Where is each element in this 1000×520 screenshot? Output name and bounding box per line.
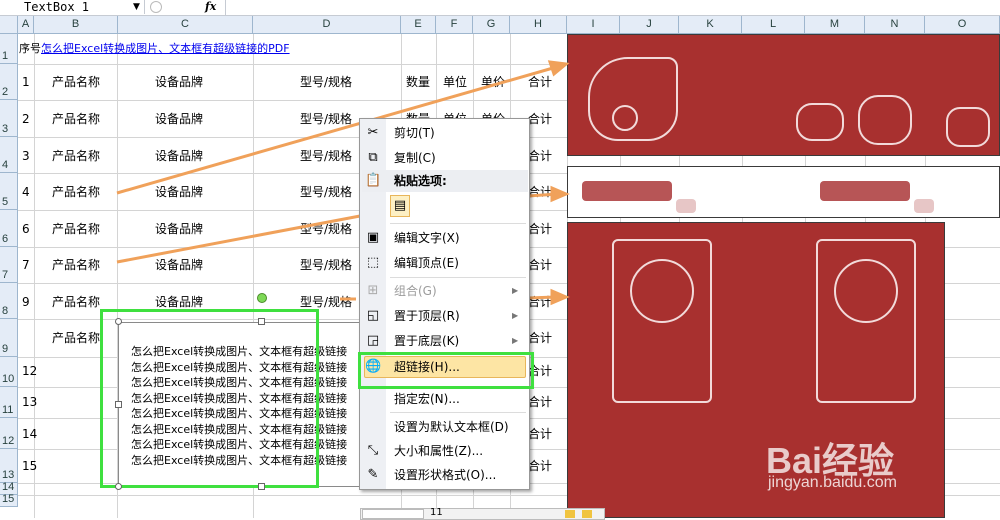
fill-color-icon[interactable] xyxy=(565,510,575,518)
menu-item-set-default-textbox[interactable]: 设置为默认文本框(D) xyxy=(386,416,528,438)
menu-item-copy[interactable]: 复制(C) xyxy=(386,147,528,169)
menu-item-cut[interactable]: 剪切(T) xyxy=(386,122,528,144)
menu-separator xyxy=(390,277,526,278)
menu-item-size-properties[interactable]: 大小和属性(Z)... xyxy=(386,440,528,462)
menu-item-assign-macro[interactable]: 指定宏(N)... xyxy=(386,388,528,410)
paste-icon: 📋 xyxy=(365,173,382,188)
arrow-to-nvr xyxy=(116,214,361,264)
submenu-arrow-icon: ▶ xyxy=(512,336,519,345)
menu-item-group[interactable]: 组合(G) xyxy=(386,280,528,302)
resize-handle-w[interactable] xyxy=(115,401,122,408)
submenu-arrow-icon: ▶ xyxy=(512,311,519,320)
menu-separator xyxy=(390,412,526,413)
menu-item-send-to-back[interactable]: 置于底层(K) xyxy=(386,330,528,352)
menu-item-edit-text[interactable]: 编辑文字(X) xyxy=(386,227,528,249)
textbox-highlight-frame xyxy=(100,309,319,488)
copy-icon: ⧉ xyxy=(368,150,378,165)
font-color-icon[interactable] xyxy=(582,510,592,518)
font-size-box[interactable]: 11 xyxy=(430,507,443,518)
bring-to-front-icon: ◱ xyxy=(366,308,380,323)
resize-handle-s[interactable] xyxy=(258,483,265,490)
submenu-arrow-icon: ▶ xyxy=(512,286,519,295)
resize-handle-n[interactable] xyxy=(258,318,265,325)
menu-paste-options-label: 粘贴选项: xyxy=(394,174,447,188)
menu-item-bring-to-front[interactable]: 置于顶层(R) xyxy=(386,305,528,327)
resize-handle-sw[interactable] xyxy=(115,483,122,490)
arrowhead xyxy=(550,288,570,306)
menu-item-format-shape[interactable]: 设置形状格式(O)... xyxy=(386,464,528,486)
group-icon: ⊞ xyxy=(367,283,379,298)
hyperlink-highlight-frame xyxy=(358,352,534,389)
edit-text-icon: ▣ xyxy=(366,230,380,245)
scissors-icon: ✂ xyxy=(367,125,379,140)
arrowhead xyxy=(547,60,570,77)
size-properties-icon: ⤡ xyxy=(367,443,379,458)
edit-points-icon: ⬚ xyxy=(366,255,380,270)
menu-item-edit-points[interactable]: 编辑顶点(E) xyxy=(386,252,528,274)
resize-handle-nw[interactable] xyxy=(115,318,122,325)
rotate-handle[interactable] xyxy=(257,293,267,303)
arrowhead xyxy=(550,185,570,203)
format-shape-icon: ✎ xyxy=(367,467,379,482)
send-to-back-icon: ◲ xyxy=(366,333,380,348)
menu-separator xyxy=(390,223,526,224)
paste-keep-text-icon[interactable]: ▤ xyxy=(390,195,410,217)
